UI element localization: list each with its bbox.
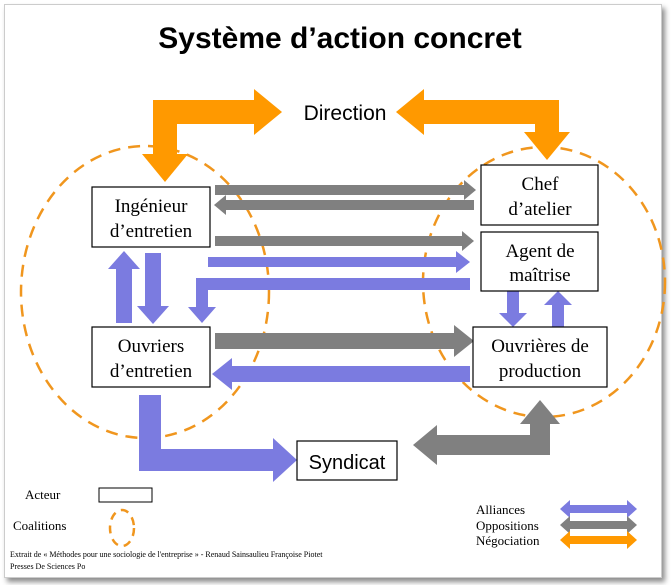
legend-coalitions: Coalitions — [13, 518, 66, 533]
opposition-ingenieur-chef — [215, 180, 476, 200]
svg-text:Ingénieur: Ingénieur — [115, 196, 188, 217]
opposition-syndicat-ouvrieres — [413, 400, 560, 465]
legend-alliance-arrow — [560, 500, 637, 518]
legend-negociation: Négociation — [476, 533, 540, 548]
legend-alliances: Alliances — [476, 502, 525, 517]
diagram: Système d’action concret Direction Ingén… — [10, 22, 667, 571]
legend: Acteur Coalitions Alliances Oppositions … — [13, 487, 540, 548]
alliance-ouvrieres-ouvriers — [212, 358, 470, 390]
diagram-title: Système d’action concret — [158, 22, 521, 55]
opposition-chef-ingenieur — [214, 195, 474, 215]
legend-oppositions: Oppositions — [476, 518, 539, 533]
alliance-ouvriers-ingenieur — [108, 251, 140, 323]
actor-ingenieur: Ingénieur d’entretien — [91, 186, 211, 248]
svg-text:d’atelier: d’atelier — [508, 199, 572, 220]
opposition-ouvriers-ouvrieres — [215, 325, 474, 357]
svg-text:Ouvriers: Ouvriers — [118, 336, 184, 357]
actor-chef-atelier: Chef d’atelier — [480, 164, 599, 226]
alliance-ouvrieres-agent — [544, 291, 572, 327]
alliance-ouvriers-syndicat — [139, 395, 297, 482]
svg-text:production: production — [499, 361, 582, 382]
alliance-ingenieur-agent — [208, 251, 470, 273]
footer-publisher: Presses De Sciences Po — [10, 562, 85, 571]
alliance-agent-ouvrieres — [499, 291, 527, 327]
actor-ouvriers-entretien: Ouvriers d’entretien — [91, 326, 211, 388]
legend-negociation-arrow — [560, 531, 637, 549]
svg-text:maîtrise: maîtrise — [509, 265, 570, 286]
actor-ouvrieres-production: Ouvrières de production — [472, 326, 608, 388]
svg-text:d’entretien: d’entretien — [110, 361, 193, 382]
legend-coalition-ellipse — [108, 508, 136, 548]
actor-syndicat: Syndicat — [296, 440, 398, 481]
footer-source: Extrait de « Méthodes pour une sociologi… — [10, 550, 323, 559]
svg-text:Syndicat: Syndicat — [309, 452, 386, 474]
svg-text:Ouvrières de: Ouvrières de — [491, 336, 589, 357]
svg-text:d’entretien: d’entretien — [110, 221, 193, 242]
legend-acteur: Acteur — [25, 487, 61, 502]
actor-direction: Direction — [304, 102, 387, 125]
svg-text:Agent de: Agent de — [505, 241, 574, 262]
legend-opposition-arrow — [560, 516, 637, 534]
actor-agent-maitrise: Agent de maîtrise — [480, 231, 599, 292]
legend-actor-box — [98, 487, 153, 503]
opposition-ingenieur-agent — [215, 231, 474, 251]
svg-text:Chef: Chef — [522, 174, 560, 195]
alliance-ingenieur-ouvriers — [137, 253, 169, 324]
negotiation-direction-chef — [396, 89, 570, 160]
